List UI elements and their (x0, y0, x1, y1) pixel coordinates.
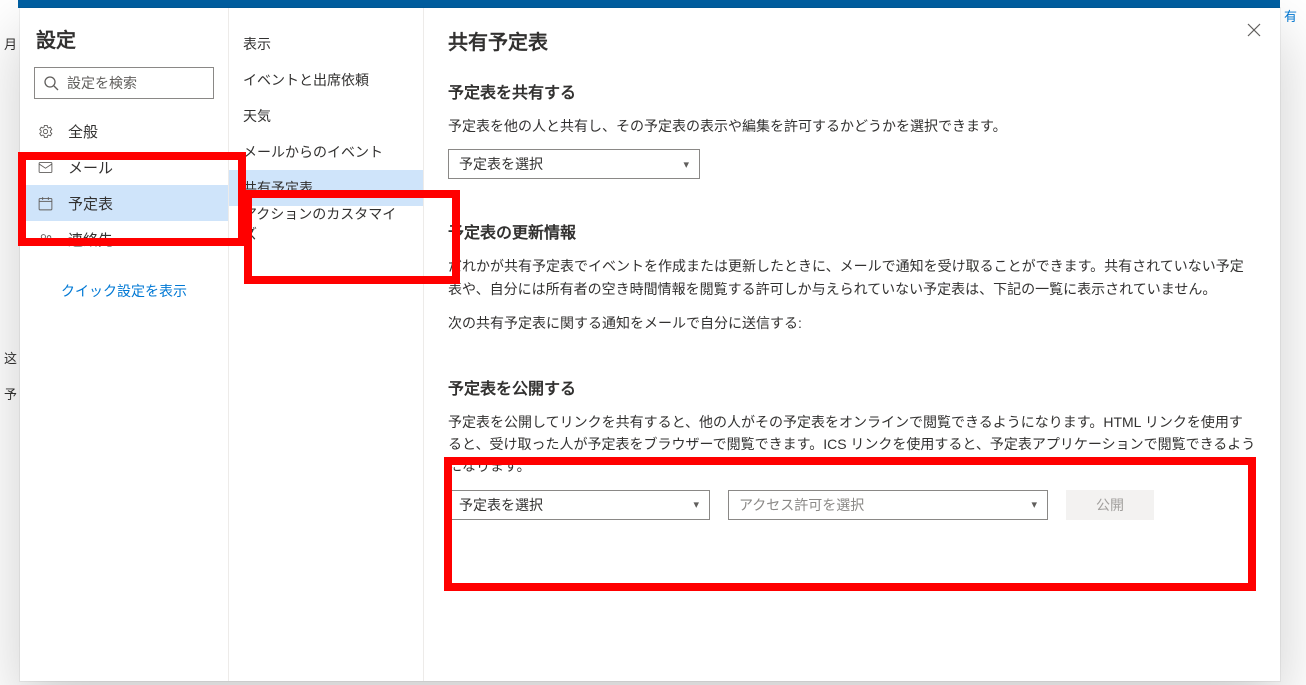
nav-label: メール (68, 157, 113, 178)
dropdown-label: 予定表を選択 (459, 495, 543, 515)
midnav-customize-actions[interactable]: アクションのカスタマイズ (229, 206, 423, 242)
close-button[interactable] (1246, 22, 1262, 43)
publish-calendar-dropdown[interactable]: 予定表を選択 ▾ (448, 490, 710, 520)
midnav-view[interactable]: 表示 (229, 26, 423, 62)
settings-left-column: 設定 設定を検索 全般 メール (20, 8, 229, 681)
bg-left-strip: 月 这 予 (0, 0, 18, 685)
settings-title: 設定 (20, 24, 228, 67)
section-desc: だれかが共有予定表でイベントを作成または更新したときに、メールで通知を受け取るこ… (448, 255, 1256, 300)
nav-general[interactable]: 全般 (20, 113, 228, 149)
midnav-events-from-mail[interactable]: メールからのイベント (229, 134, 423, 170)
nav-calendar[interactable]: 予定表 (20, 185, 228, 221)
settings-search-input[interactable]: 設定を検索 (34, 67, 214, 99)
search-wrap: 設定を検索 (20, 67, 228, 109)
settings-mid-column: 表示 イベントと出席依頼 天気 メールからのイベント 共有予定表 アクションのカ… (229, 8, 424, 681)
calendar-icon (36, 194, 54, 212)
chevron-down-icon: ▾ (693, 498, 699, 511)
midnav-shared-calendars[interactable]: 共有予定表 (229, 170, 423, 206)
publish-row: 予定表を選択 ▾ アクセス許可を選択 ▾ 公開 (448, 490, 1256, 520)
publish-button[interactable]: 公開 (1066, 490, 1154, 520)
bg-text: 这 (4, 348, 17, 367)
publish-permission-dropdown[interactable]: アクセス許可を選択 ▾ (728, 490, 1048, 520)
section-share-calendar: 予定表を共有する 予定表を他の人と共有し、その予定表の表示や編集を許可するかどう… (448, 79, 1256, 179)
dropdown-label: 予定表を選択 (459, 154, 543, 174)
nav-mail[interactable]: メール (20, 149, 228, 185)
settings-content: 共有予定表 予定表を共有する 予定表を他の人と共有し、その予定表の表示や編集を許… (424, 8, 1280, 681)
nav-label: 全般 (68, 121, 98, 142)
midnav-weather[interactable]: 天気 (229, 98, 423, 134)
gear-icon (36, 122, 54, 140)
bg-app-bar (0, 0, 1306, 8)
bg-text: 月 (4, 34, 17, 53)
chevron-down-icon: ▾ (1031, 498, 1037, 511)
section-desc: 予定表を公開してリンクを共有すると、他の人がその予定表をオンラインで閲覧できるよ… (448, 411, 1256, 478)
people-icon (36, 230, 54, 248)
section-calendar-updates: 予定表の更新情報 だれかが共有予定表でイベントを作成または更新したときに、メール… (448, 219, 1256, 334)
section-title: 予定表を共有する (448, 79, 1256, 103)
share-calendar-dropdown[interactable]: 予定表を選択 ▾ (448, 149, 700, 179)
nav-people[interactable]: 連絡先 (20, 221, 228, 257)
section-desc2: 次の共有予定表に関する通知をメールで自分に送信する: (448, 312, 1256, 334)
section-desc: 予定表を他の人と共有し、その予定表の表示や編集を許可するかどうかを選択できます。 (448, 115, 1256, 137)
nav-label: 連絡先 (68, 229, 113, 250)
section-title: 予定表の更新情報 (448, 219, 1256, 243)
close-icon (1246, 22, 1262, 38)
search-placeholder: 設定を検索 (59, 73, 137, 93)
settings-left-nav: 全般 メール 予定表 連絡先 (20, 113, 228, 257)
chevron-down-icon: ▾ (683, 158, 689, 171)
mail-icon (36, 158, 54, 176)
dropdown-label: アクセス許可を選択 (739, 495, 864, 515)
midnav-events[interactable]: イベントと出席依頼 (229, 62, 423, 98)
section-publish-calendar: 予定表を公開する 予定表を公開してリンクを共有すると、他の人がその予定表をオンラ… (448, 375, 1256, 520)
nav-label: 予定表 (68, 193, 113, 214)
mid-nav-list: 表示 イベントと出席依頼 天気 メールからのイベント 共有予定表 アクションのカ… (229, 26, 423, 242)
bg-text: 予 (4, 384, 17, 403)
bg-text: 有 (1284, 6, 1297, 25)
quick-settings-link[interactable]: クイック設定を表示 (20, 257, 228, 325)
bg-right-strip: 有 (1280, 0, 1306, 685)
content-heading: 共有予定表 (448, 26, 1256, 55)
search-icon (43, 75, 59, 91)
section-title: 予定表を公開する (448, 375, 1256, 399)
settings-modal: 設定 設定を検索 全般 メール (20, 8, 1280, 681)
